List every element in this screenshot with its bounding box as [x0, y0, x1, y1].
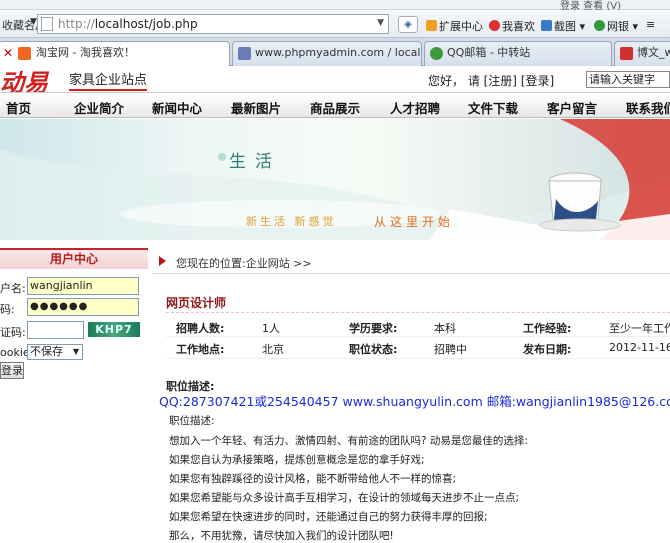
taobao-icon: [18, 47, 31, 60]
tab-qqmail[interactable]: QQ邮箱 - 中转站: [424, 41, 612, 66]
description-line: 如果您有独辟蹊径的设计风格，能不断带给他人不一样的惊喜;: [169, 473, 457, 485]
greeting-links[interactable]: 您好， 请 [注册] [登录]: [428, 72, 554, 89]
qq-icon: [430, 47, 443, 60]
description-line: 如果您希望能与众多设计高手互相学习，在设计的领域每天进步不止一点点;: [169, 492, 520, 504]
password-input[interactable]: ●●●●●●: [27, 298, 139, 316]
info-value-experience: 至少一年工作经验: [609, 322, 670, 335]
puzzle-icon: [426, 20, 437, 31]
user-center-title: 用户中心: [0, 248, 148, 269]
row-divider: [166, 336, 670, 337]
job-title: 网页设计师: [166, 296, 227, 310]
breadcrumb-prefix: 您现在的位置:: [176, 257, 246, 270]
title-divider: [166, 312, 670, 313]
tab-bar: ✕ 淘宝网 - 淘我喜欢！ www.phpmyadmin.com / local…: [0, 38, 670, 67]
address-toolbar: 收藏名片 ▼ http://localhost/job.php ▼ ◈ 扩展中心…: [0, 10, 670, 38]
row-divider: [166, 358, 670, 359]
tab-phpmyadmin[interactable]: www.phpmyadmin.com / local...: [232, 41, 422, 66]
arrow-icon: [159, 256, 166, 266]
nav-item-downloads[interactable]: 文件下载: [468, 98, 518, 117]
contact-info: QQ:287307421或254540457 www.shuangyulin.c…: [159, 394, 670, 409]
banner-slogan: 生活: [229, 152, 281, 172]
info-label-education: 学历要求:: [349, 322, 398, 335]
nav-item-home[interactable]: 首页: [6, 98, 31, 117]
browser-top-strip: 登录 查看 (V): [0, 0, 670, 12]
login-button[interactable]: 登录: [0, 362, 24, 379]
tab-blog[interactable]: 博文_wa: [614, 41, 670, 66]
heart-icon: [489, 20, 500, 31]
job-detail: 您现在的位置:企业网站 >> 网页设计师 招聘人数: 1人 学历要求: 本科 工…: [152, 248, 670, 543]
info-value-headcount: 1人: [262, 322, 280, 335]
info-label-location: 工作地点:: [176, 343, 225, 356]
nav-item-images[interactable]: 最新图片: [231, 98, 281, 117]
phpmyadmin-icon: [238, 47, 251, 60]
info-label-status: 职位状态:: [349, 343, 398, 356]
breadcrumb: 您现在的位置:企业网站 >>: [152, 250, 670, 274]
address-input[interactable]: http://localhost/job.php ▼: [37, 14, 389, 34]
cookies-select[interactable]: 不保存 ▼: [27, 344, 83, 360]
nav-item-contact[interactable]: 联系我们: [626, 98, 670, 117]
browser-window: 登录 查看 (V) 收藏名片 ▼ http://localhost/job.ph…: [0, 0, 670, 543]
description-line: 如果您希望在快速进步的同时，还能通过自己的努力获得丰厚的回报;: [169, 511, 488, 523]
nav-item-jobs[interactable]: 人才招聘: [390, 98, 440, 117]
captcha-input[interactable]: [27, 321, 84, 339]
favorites-button[interactable]: 我喜欢: [489, 18, 535, 34]
password-label: 码:: [0, 303, 15, 316]
shield-icon[interactable]: ◈: [398, 16, 418, 33]
nav-item-guestbook[interactable]: 客户留言: [547, 98, 597, 117]
address-url[interactable]: http://localhost/job.php: [58, 17, 198, 31]
scissors-icon: [541, 20, 552, 31]
description-line: 想加入一个年轻、有活力、激情四射、有前途的团队吗? 动易是您最佳的选择:: [169, 435, 528, 447]
description-line: 那么，不用犹豫，请尽快加入我们的设计团队吧!: [169, 530, 394, 542]
captcha-image[interactable]: KHP7: [88, 322, 140, 337]
page-icon: [41, 17, 53, 31]
nav-item-products[interactable]: 商品展示: [310, 98, 360, 117]
breadcrumb-suffix: >>: [293, 257, 312, 270]
info-value-date: 2012-11-16: [609, 341, 670, 354]
site-header: 动易 家具企业站点 您好， 请 [注册] [登录] 请输入关键字: [0, 66, 670, 97]
captcha-label: 证码:: [0, 326, 26, 339]
chevron-down-icon: ▼: [72, 347, 79, 356]
nav-item-about[interactable]: 企业简介: [74, 98, 124, 117]
description-line: 职位描述:: [169, 415, 215, 427]
search-input[interactable]: 请输入关键字: [586, 71, 670, 88]
main-nav: 首页 企业简介 新闻中心 最新图片 商品展示 人才招聘 文件下载 客户留言 联系…: [0, 92, 670, 118]
breadcrumb-link[interactable]: 企业网站: [246, 257, 290, 270]
extensions-button[interactable]: 扩展中心: [426, 18, 483, 34]
username-label: 户名:: [0, 282, 26, 295]
banner-subslogan: 新生活 新感觉: [246, 215, 337, 228]
address-dropdown-icon[interactable]: ▼: [377, 18, 384, 28]
netbank-button[interactable]: 网银 ▾: [594, 18, 638, 34]
site-title: 家具企业站点: [69, 69, 148, 91]
description-line: 如果您自认为承接策略，提炼创意概念是您的拿手好戏;: [169, 454, 425, 466]
info-value-education: 本科: [434, 322, 456, 335]
info-label-headcount: 招聘人数:: [176, 322, 225, 335]
bank-icon: [594, 20, 605, 31]
info-label-date: 发布日期:: [523, 343, 572, 356]
username-input[interactable]: wangjianlin: [27, 277, 139, 295]
chevron-down-icon[interactable]: ▼: [30, 17, 37, 27]
user-center-panel: 用户中心 户名: wangjianlin 码: ●●●●●● 证码: KHP7 …: [0, 248, 148, 383]
info-label-experience: 工作经验:: [523, 322, 572, 335]
more-icon[interactable]: ≡: [646, 18, 655, 31]
close-icon[interactable]: ✕: [3, 42, 13, 64]
info-value-location: 北京: [262, 343, 284, 356]
screenshot-button[interactable]: 截图 ▾: [541, 18, 585, 34]
blog-icon: [620, 47, 633, 60]
banner-image: 生活 新生活 新感觉 从这里开始: [0, 119, 670, 240]
info-value-status: 招聘中: [434, 343, 467, 356]
banner-subslogan-2: 从这里开始: [374, 215, 455, 229]
nav-item-news[interactable]: 新闻中心: [152, 98, 202, 117]
